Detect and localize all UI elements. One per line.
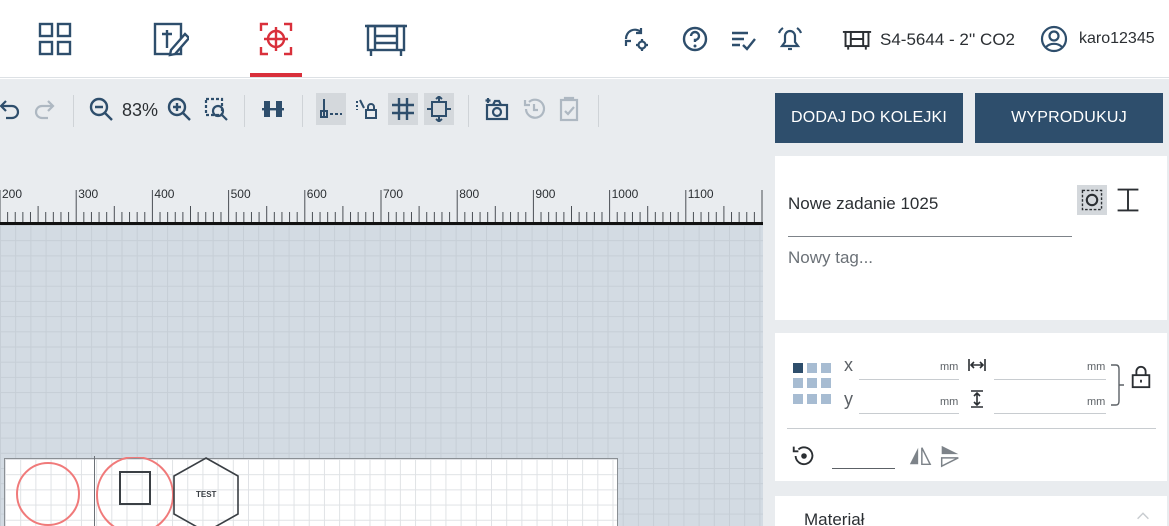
- height-icon: [967, 389, 987, 409]
- ruler-label: 300: [78, 187, 98, 201]
- machine-status-icon: [840, 24, 874, 54]
- hexagon-label: TEST: [196, 490, 217, 499]
- toolbar-divider: [73, 95, 74, 127]
- grid-icon[interactable]: [388, 93, 418, 125]
- circle-shape[interactable]: [13, 459, 85, 526]
- ruler-label: 800: [459, 187, 479, 201]
- ruler-label: 1000: [612, 187, 639, 201]
- anchor-top-right[interactable]: [821, 363, 831, 373]
- flip-vertical-icon[interactable]: [937, 443, 963, 469]
- y-unit: mm: [940, 396, 959, 408]
- queue-list-icon[interactable]: [728, 24, 758, 54]
- zoom-in-icon[interactable]: [164, 93, 194, 125]
- rotate-icon: [789, 441, 819, 471]
- toolbar-divider: [302, 95, 303, 127]
- sync-settings-icon[interactable]: [621, 24, 651, 54]
- machine-name[interactable]: S4-5644 - 2'' CO2: [880, 30, 1015, 50]
- tab-dashboard[interactable]: [29, 0, 81, 78]
- top-navigation-bar: S4-5644 - 2'' CO2 karo12345: [0, 0, 1169, 78]
- material-section-title[interactable]: Materiał: [804, 510, 864, 526]
- position-card: x y mm mm mm mm: [775, 333, 1167, 481]
- material-card: Materiał: [775, 496, 1167, 526]
- width-unit: mm: [1087, 361, 1106, 373]
- zoom-level: 83%: [122, 100, 159, 120]
- divider: [787, 428, 1156, 429]
- undo-icon[interactable]: [0, 93, 24, 125]
- user-avatar-icon[interactable]: [1039, 24, 1069, 54]
- lock-aspect-icon[interactable]: [1128, 364, 1154, 390]
- link-bracket-icon: [1109, 363, 1125, 407]
- toolbar-divider: [244, 95, 245, 127]
- tag-input[interactable]: Nowy tag...: [788, 248, 873, 268]
- chevron-up-icon[interactable]: [1133, 506, 1153, 526]
- anchor-middle-left[interactable]: [793, 378, 803, 389]
- ruler-label: 700: [383, 187, 403, 201]
- anchor-bottom-left[interactable]: [793, 393, 803, 404]
- grid-icon: [38, 22, 72, 56]
- y-label: y: [844, 389, 853, 409]
- material-sheet[interactable]: TEST: [4, 456, 618, 526]
- x-label: x: [844, 355, 853, 375]
- add-to-queue-button[interactable]: DODAJ DO KOLEJKI: [775, 93, 963, 143]
- editor-toolbar: [0, 79, 763, 142]
- align-center-icon[interactable]: [258, 93, 288, 125]
- anchor-top-left[interactable]: [793, 363, 803, 373]
- y-field[interactable]: [859, 413, 959, 414]
- x-unit: mm: [940, 361, 959, 373]
- snap-to-grid-icon[interactable]: [316, 93, 346, 125]
- rotation-field[interactable]: [832, 468, 895, 469]
- height-field[interactable]: [994, 413, 1106, 414]
- width-icon: [967, 355, 987, 375]
- produce-button[interactable]: WYPRODUKUJ: [975, 93, 1163, 143]
- notification-bell-icon[interactable]: [775, 24, 805, 54]
- ruler-label: 200: [2, 187, 22, 201]
- job-panel: DODAJ DO KOLEJKI WYPRODUKUJ Nowe zadanie…: [763, 79, 1169, 526]
- ruler-scale: 200 300 400 500 600 700 800 900 1000 1100: [0, 187, 763, 222]
- clipboard-check-icon[interactable]: [554, 93, 584, 125]
- redo-icon[interactable]: [30, 93, 60, 125]
- width-field[interactable]: [994, 379, 1106, 380]
- ruler-label: 600: [307, 187, 327, 201]
- toolbar-divider: [598, 95, 599, 127]
- ruler-label: 1100: [688, 187, 714, 201]
- fit-to-page-icon[interactable]: [424, 93, 454, 125]
- anchor-top-center[interactable]: [807, 363, 817, 373]
- machine-icon: [365, 24, 407, 56]
- zoom-out-icon[interactable]: [86, 93, 116, 125]
- anchor-point-grid[interactable]: [793, 363, 835, 405]
- help-icon[interactable]: [680, 24, 710, 54]
- ruler-label: 400: [154, 187, 174, 201]
- x-field[interactable]: [859, 379, 959, 380]
- ruler-label: 500: [231, 187, 251, 201]
- engrave-mode-icon[interactable]: [1077, 185, 1107, 215]
- anchor-bottom-center[interactable]: [807, 393, 817, 404]
- snap-lock-icon[interactable]: [352, 93, 382, 125]
- anchor-bottom-right[interactable]: [821, 393, 831, 404]
- anchor-middle-right[interactable]: [821, 378, 831, 389]
- height-unit: mm: [1087, 396, 1106, 408]
- history-icon[interactable]: [519, 93, 549, 125]
- username[interactable]: karo12345: [1079, 30, 1155, 48]
- tab-design[interactable]: [144, 0, 196, 78]
- design-canvas[interactable]: TEST: [0, 225, 763, 526]
- zoom-fit-icon[interactable]: [201, 93, 231, 125]
- tab-workspace[interactable]: [250, 0, 302, 78]
- anchor-center[interactable]: [807, 378, 817, 389]
- square-in-circle-shape[interactable]: [95, 457, 177, 526]
- target-icon: [259, 22, 293, 56]
- tab-machines[interactable]: [360, 0, 412, 78]
- text-cursor-icon[interactable]: [1113, 185, 1143, 215]
- toolbar-divider: [468, 95, 469, 127]
- job-name-underline: [788, 236, 1072, 237]
- job-details-card: Nowe zadanie 1025 Nowy tag...: [775, 156, 1167, 320]
- job-name-input[interactable]: Nowe zadanie 1025: [788, 194, 938, 214]
- flip-horizontal-icon[interactable]: [907, 443, 933, 469]
- horizontal-ruler: 200 300 400 500 600 700 800 900 1000 1100: [0, 142, 763, 225]
- camera-capture-icon[interactable]: [482, 93, 512, 125]
- ruler-label: 900: [535, 187, 555, 201]
- edit-icon: [153, 22, 189, 57]
